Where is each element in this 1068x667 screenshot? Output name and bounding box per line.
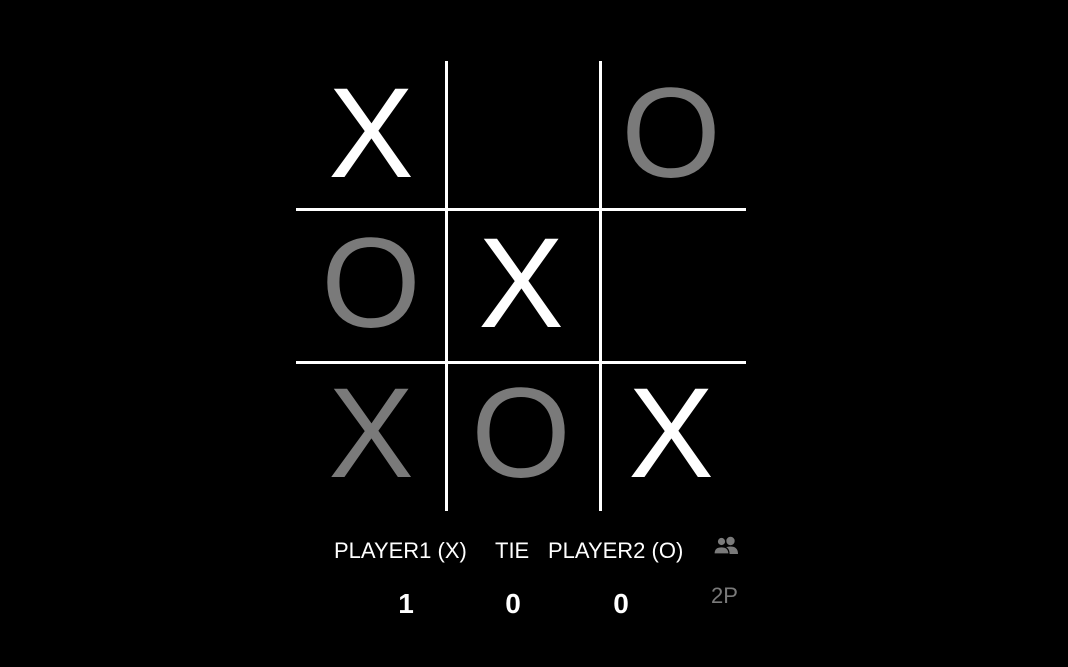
game-board: X O O X X O X xyxy=(296,61,746,511)
cell-mark: X xyxy=(628,362,714,505)
cell-mark: X xyxy=(328,62,414,205)
cell-mark: O xyxy=(621,62,721,205)
grid-line-horizontal-2 xyxy=(296,361,746,364)
tie-label: TIE xyxy=(495,538,530,563)
two-users-icon xyxy=(713,536,738,555)
mode-label: 2P xyxy=(711,583,738,608)
tie-score: 0 xyxy=(505,588,521,619)
scoreboard: PLAYER1 (X) TIE PLAYER2 (O) 1 0 0 2P xyxy=(334,530,754,630)
board-cell-1[interactable]: X xyxy=(296,61,446,211)
board-cell-7[interactable]: X xyxy=(296,361,446,511)
player2-label: PLAYER2 (O) xyxy=(548,538,684,563)
mode-toggle-button[interactable]: 2P xyxy=(704,530,748,610)
board-cell-6[interactable] xyxy=(596,211,746,361)
board-cell-9[interactable]: X xyxy=(596,361,746,511)
board-cell-5[interactable]: X xyxy=(446,211,596,361)
board-cell-8[interactable]: O xyxy=(446,361,596,511)
board-cell-3[interactable]: O xyxy=(596,61,746,211)
player2-score: 0 xyxy=(613,588,629,619)
board-cell-2[interactable] xyxy=(446,61,596,211)
cell-mark: O xyxy=(471,362,571,505)
cell-mark: O xyxy=(321,212,421,355)
board-cell-4[interactable]: O xyxy=(296,211,446,361)
cell-mark: X xyxy=(328,362,414,505)
player1-score: 1 xyxy=(398,588,414,619)
grid-line-horizontal-1 xyxy=(296,208,746,211)
cell-mark: X xyxy=(478,212,564,355)
grid-line-vertical-1 xyxy=(445,61,448,511)
grid-line-vertical-2 xyxy=(599,61,602,511)
player1-label: PLAYER1 (X) xyxy=(334,538,467,563)
